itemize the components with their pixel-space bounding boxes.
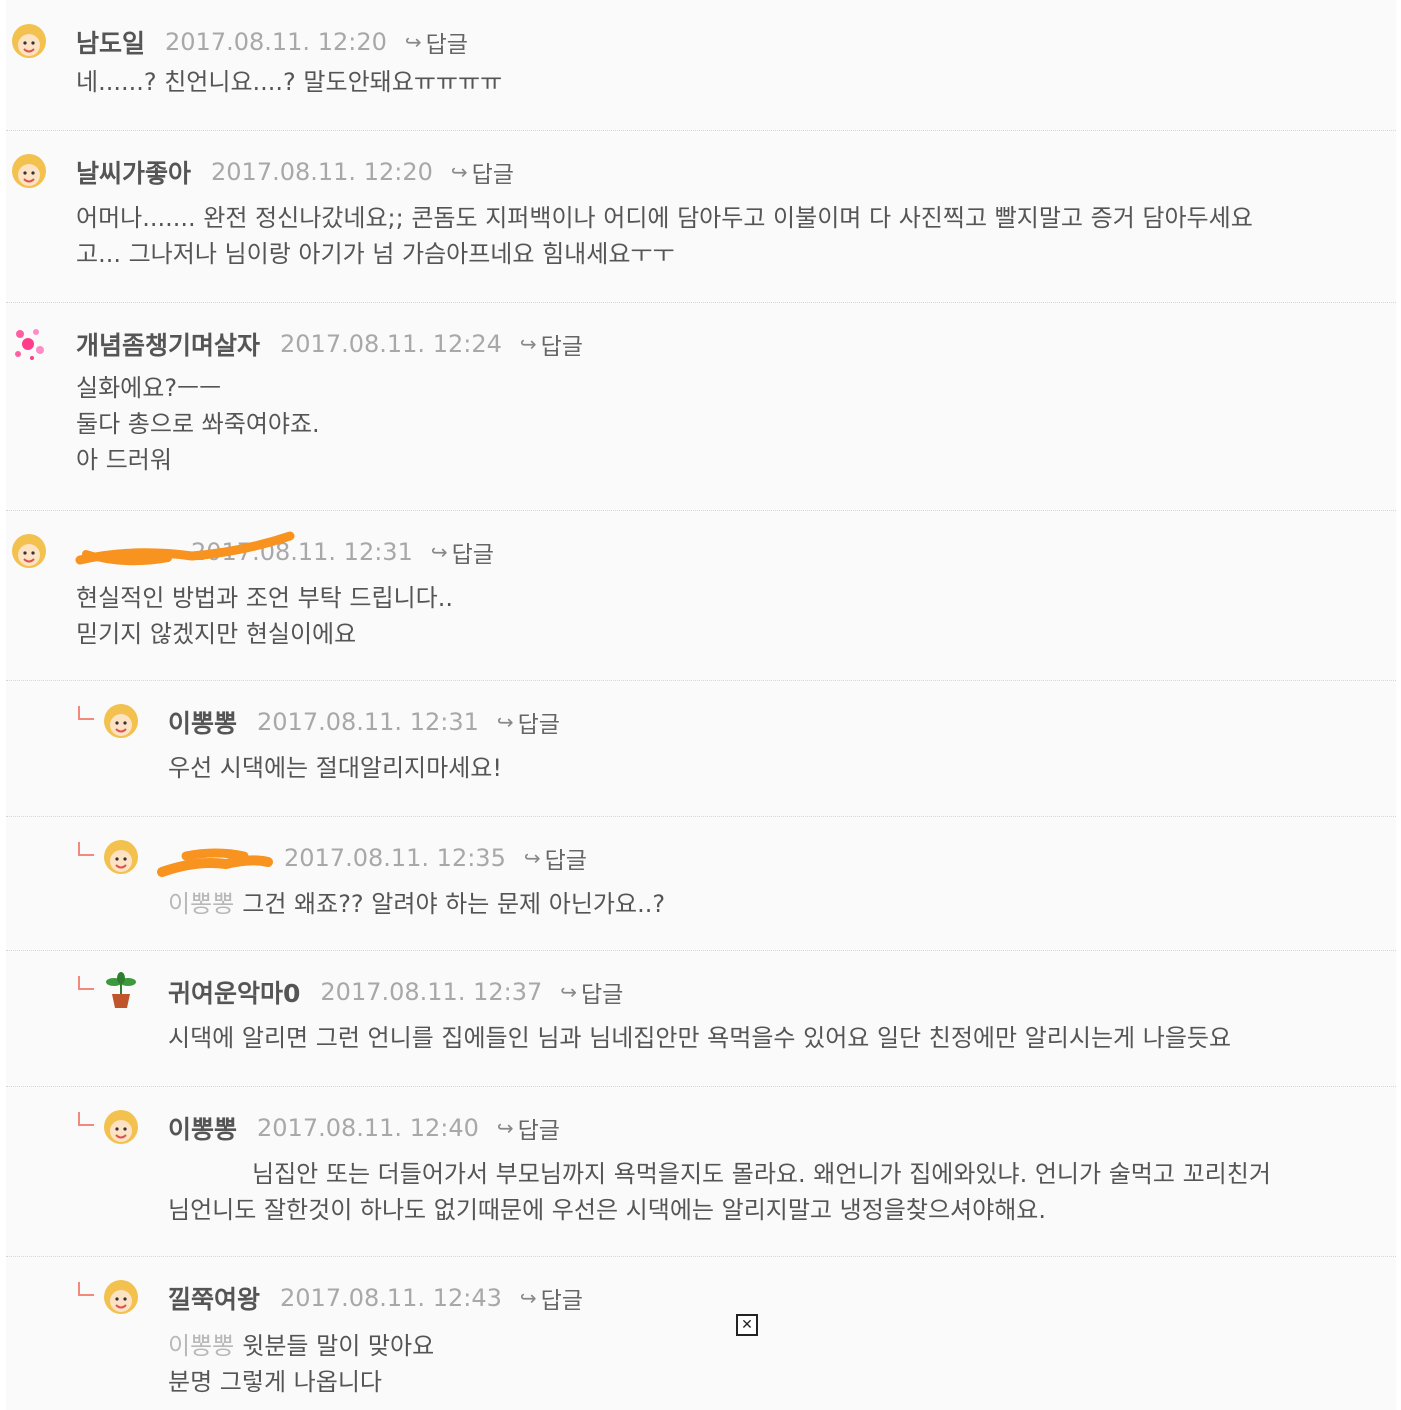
reply-arrow-icon: ↪	[430, 540, 448, 564]
girl-avatar-icon[interactable]	[8, 150, 50, 192]
reply-arrow-icon: ↪	[496, 710, 514, 734]
nickname[interactable]: 낄쭉여왕	[168, 1280, 260, 1316]
reply-button[interactable]: ↪ 답글	[560, 975, 623, 1009]
comment-body: 우선 시댁에는 절대알리지마세요!	[168, 754, 502, 782]
reply-button[interactable]: ↪ 답글	[451, 155, 514, 189]
reply-button[interactable]: ↪ 답글	[497, 1111, 560, 1145]
comment-meta: 남도일 2017.08.11. 12:20 ↪ 답글	[76, 24, 468, 60]
mention-tag[interactable]: 이뽕뽕	[168, 1332, 234, 1360]
comment-body: 님집안 또는 더들어가서 부모님까지 욕먹을지도 몰라요. 왜언니가 집에와있냐…	[168, 1160, 1271, 1224]
reply-arrow-icon: ↪	[450, 160, 468, 184]
comment-item: 남도일 2017.08.11. 12:20 ↪ 답글 네......? 친언니요.…	[6, 0, 1396, 131]
comment-body: 네......? 친언니요....? 말도안돼요ㅠㅠㅠㅠ	[76, 68, 503, 96]
reply-arrow-icon: ↪	[560, 980, 578, 1004]
close-icon[interactable]: ✕	[736, 1314, 758, 1336]
comment-meta: 2017.08.11. 12:35 ↪ 답글	[264, 840, 587, 876]
girl-avatar-icon[interactable]	[100, 700, 142, 742]
redaction-scribble	[75, 531, 295, 566]
reply-item: 이뽕뽕 2017.08.11. 12:31 ↪ 답글 우선 시댁에는 절대알리지마…	[6, 680, 1396, 817]
reply-indicator	[78, 976, 94, 990]
redaction-scribble	[157, 848, 273, 877]
nickname[interactable]: 날씨가좋아	[76, 154, 191, 190]
reply-button[interactable]: ↪ 답글	[405, 25, 468, 59]
comment-list: 남도일 2017.08.11. 12:20 ↪ 답글 네......? 친언니요.…	[6, 0, 1396, 1410]
reply-item: 낄쭉여왕 2017.08.11. 12:43 ↪ 답글 이뽕뽕 윗분들 말이 맞아요…	[6, 1256, 1396, 1410]
reply-button[interactable]: ↪ 답글	[431, 535, 494, 569]
reply-indicator	[78, 706, 94, 720]
comment-item: 날씨가좋아 2017.08.11. 12:20 ↪ 답글 어머나....... 완…	[6, 130, 1396, 303]
reply-button[interactable]: ↪ 답글	[497, 705, 560, 739]
nickname[interactable]: 이뽕뽕	[168, 1110, 237, 1146]
reply-button[interactable]: ↪ 답글	[524, 841, 587, 875]
comment-meta: 개념좀챙기며살자 2017.08.11. 12:24 ↪ 답글	[76, 326, 583, 362]
girl-avatar-icon[interactable]	[8, 530, 50, 572]
reply-button[interactable]: ↪ 답글	[520, 327, 583, 361]
girl-avatar-icon[interactable]	[100, 1276, 142, 1318]
comment-item: 2017.08.11. 12:31 ↪ 답글 현실적인 방법과 조언 부탁 드립니…	[6, 510, 1396, 681]
timestamp: 2017.08.11. 12:20	[165, 28, 387, 56]
comment-body: 실화에요?ㅡㅡ 둘다 총으로 쏴죽여야죠. 아 드러워	[76, 374, 320, 474]
nickname[interactable]: 남도일	[76, 24, 145, 60]
comment-body: 이뽕뽕 그건 왜죠?? 알려야 하는 문제 아닌가요..?	[168, 890, 666, 918]
timestamp: 2017.08.11. 12:24	[280, 330, 502, 358]
reply-arrow-icon: ↪	[519, 1286, 537, 1310]
reply-indicator	[78, 1112, 94, 1126]
comment-body: 시댁에 알리면 그런 언니를 집에들인 님과 님네집안만 욕먹을수 있어요 일단…	[168, 1024, 1232, 1052]
nickname[interactable]: 이뽕뽕	[168, 704, 237, 740]
reply-arrow-icon: ↪	[519, 332, 537, 356]
girl-avatar-icon[interactable]	[100, 1106, 142, 1148]
comment-body: 어머나....... 완전 정신나갔네요;; 콘돔도 지퍼백이나 어디에 담아두…	[76, 204, 1253, 268]
reply-arrow-icon: ↪	[496, 1116, 514, 1140]
nickname[interactable]: 귀여운악마0	[168, 974, 300, 1010]
reply-button[interactable]: ↪ 답글	[520, 1281, 583, 1315]
comment-body: 이뽕뽕 윗분들 말이 맞아요 분명 그렇게 나옵니다	[168, 1332, 435, 1396]
comment-meta: 날씨가좋아 2017.08.11. 12:20 ↪ 답글	[76, 154, 514, 190]
timestamp: 2017.08.11. 12:20	[211, 158, 433, 186]
reply-indicator	[78, 1282, 94, 1296]
reply-arrow-icon: ↪	[523, 846, 541, 870]
comment-meta: 귀여운악마0 2017.08.11. 12:37 ↪ 답글	[168, 974, 623, 1010]
girl-avatar-icon[interactable]	[8, 20, 50, 62]
plant-avatar-icon[interactable]	[100, 970, 142, 1012]
girl-avatar-icon[interactable]	[100, 836, 142, 878]
timestamp: 2017.08.11. 12:35	[284, 844, 506, 872]
timestamp: 2017.08.11. 12:37	[320, 978, 543, 1006]
reply-item: 귀여운악마0 2017.08.11. 12:37 ↪ 답글 시댁에 알리면 그런 …	[6, 950, 1396, 1087]
reply-item: 이뽕뽕 2017.08.11. 12:40 ↪ 답글 님집안 또는 더들어가서 부…	[6, 1086, 1396, 1257]
comment-meta: 낄쭉여왕 2017.08.11. 12:43 ↪ 답글	[168, 1280, 583, 1316]
comment-meta: 이뽕뽕 2017.08.11. 12:40 ↪ 답글	[168, 1110, 560, 1146]
reply-item: 2017.08.11. 12:35 ↪ 답글 이뽕뽕 그건 왜죠?? 알려야 하는 …	[6, 816, 1396, 951]
mention-tag[interactable]: 이뽕뽕	[168, 890, 234, 918]
nickname[interactable]: 개념좀챙기며살자	[76, 326, 260, 362]
comment-meta: 이뽕뽕 2017.08.11. 12:31 ↪ 답글	[168, 704, 560, 740]
timestamp: 2017.08.11. 12:40	[257, 1114, 479, 1142]
timestamp: 2017.08.11. 12:43	[280, 1284, 502, 1312]
comment-body: 현실적인 방법과 조언 부탁 드립니다.. 믿기지 않겠지만 현실이에요	[76, 584, 453, 648]
comment-item: 개념좀챙기며살자 2017.08.11. 12:24 ↪ 답글 실화에요?ㅡㅡ 둘…	[6, 302, 1396, 511]
reply-indicator	[78, 842, 94, 856]
timestamp: 2017.08.11. 12:31	[257, 708, 479, 736]
sparkle-avatar-icon[interactable]	[8, 322, 50, 364]
reply-arrow-icon: ↪	[404, 30, 422, 54]
